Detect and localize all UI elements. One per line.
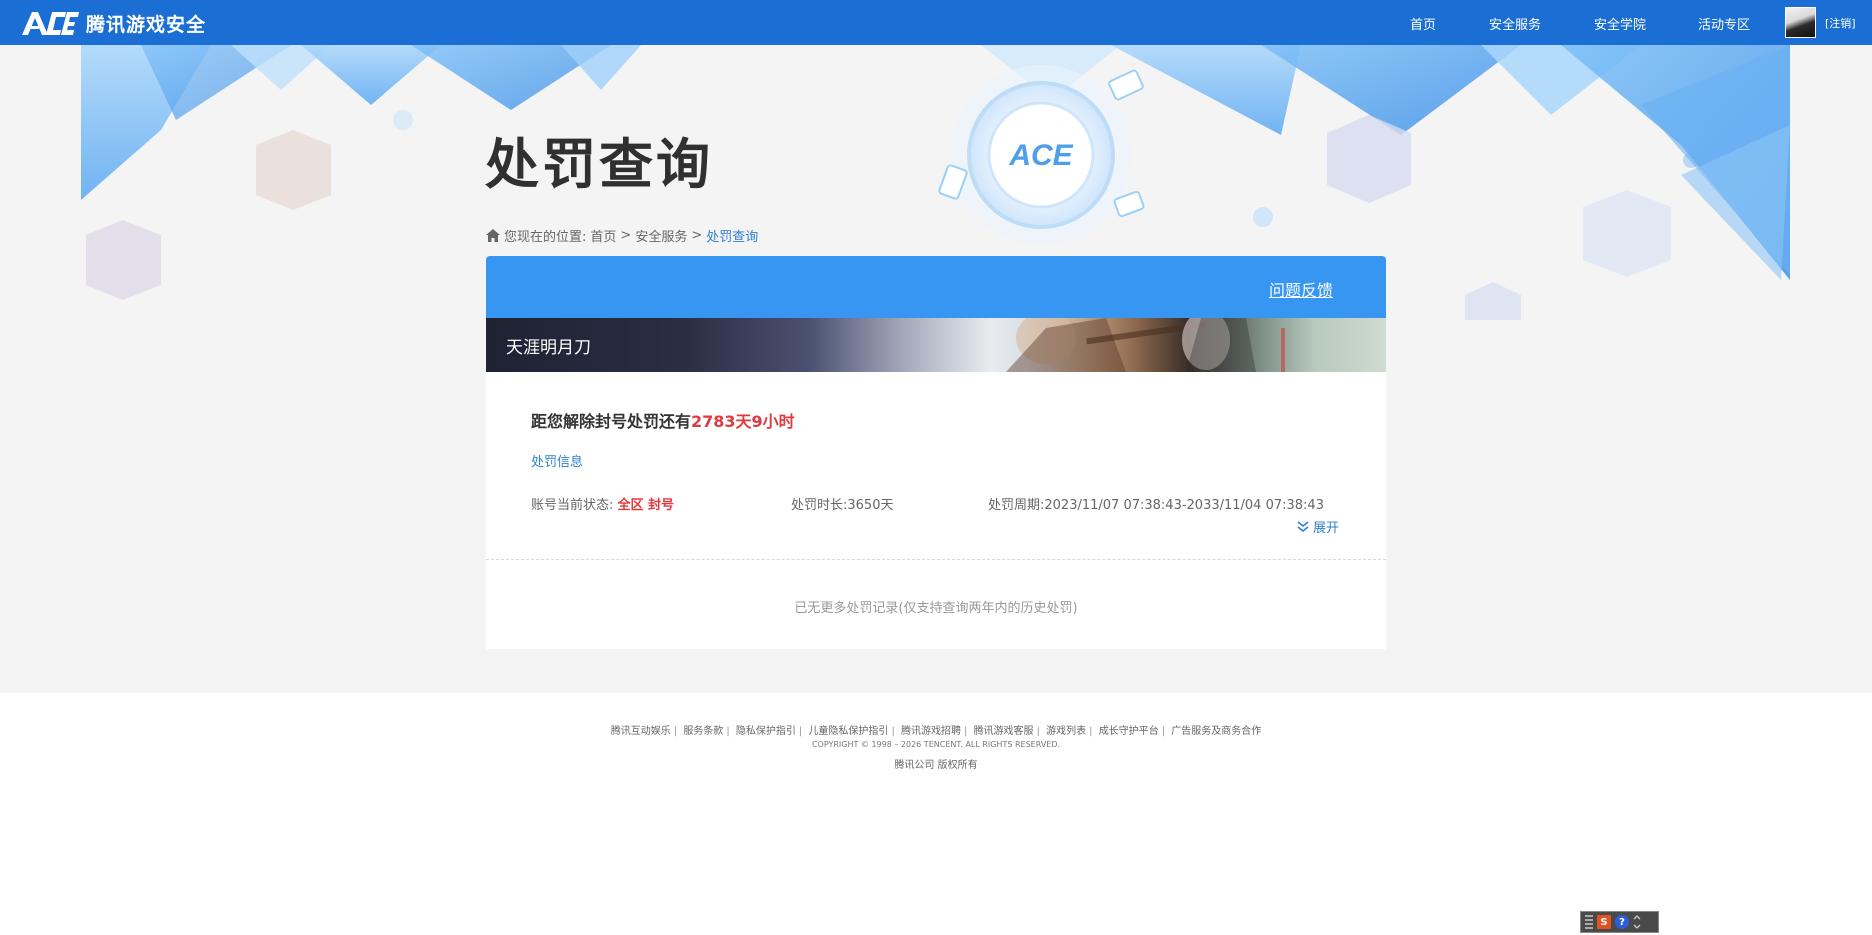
ace-logo-icon: [22, 12, 79, 35]
footer-link[interactable]: 腾讯游戏客服: [974, 726, 1034, 737]
help-icon[interactable]: ?: [1615, 915, 1629, 929]
footer-link[interactable]: 腾讯互动娱乐: [611, 726, 671, 737]
double-chevron-down-icon: [1297, 520, 1309, 532]
menu-chevron-icon[interactable]: [1633, 915, 1641, 929]
footer-link[interactable]: 成长守护平台: [1099, 726, 1159, 737]
footer: 腾讯互动娱乐 | 服务条款 | 隐私保护指引 | 儿童隐私保护指引 | 腾讯游戏招聘 | …: [0, 693, 1872, 935]
penalty-info-tab[interactable]: 处罚信息: [531, 451, 583, 470]
status-value: 全区 封号: [617, 498, 675, 513]
penalty-duration: 处罚时长:3650天: [791, 494, 893, 513]
penalty-period: 处罚周期:2023/11/07 07:38:43-2033/11/04 07:3…: [988, 494, 1324, 513]
card-header: 问题反馈: [486, 256, 1386, 318]
breadcrumb-security-services[interactable]: 安全服务: [635, 226, 687, 245]
dashed-divider: [486, 559, 1386, 560]
no-more-records: 已无更多处罚记录(仅支持查询两年内的历史处罚): [794, 601, 1078, 616]
footer-link[interactable]: 隐私保护指引: [736, 726, 796, 737]
footer-link[interactable]: 游戏列表: [1046, 726, 1086, 737]
site-logo[interactable]: 腾讯游戏安全: [20, 8, 206, 38]
footer-link[interactable]: 广告服务及商务合作: [1171, 726, 1261, 737]
nav-item-home[interactable]: 首页: [1410, 14, 1436, 33]
home-icon: [486, 229, 500, 242]
duration-label: 处罚时长:: [791, 498, 848, 513]
expand-button[interactable]: 展开: [1296, 517, 1339, 536]
footer-link[interactable]: 服务条款: [683, 726, 723, 737]
footer-links: 腾讯互动娱乐 | 服务条款 | 隐私保护指引 | 儿童隐私保护指引 | 腾讯游戏招聘 | …: [610, 726, 1262, 737]
feedback-link[interactable]: 问题反馈: [1269, 277, 1333, 301]
nav-item-events[interactable]: 活动专区: [1698, 14, 1750, 33]
breadcrumb-home[interactable]: 首页: [590, 226, 616, 245]
company-text: 腾讯公司 版权所有: [894, 760, 978, 771]
account-status: 账号当前状态: 全区 封号: [531, 494, 674, 513]
unban-countdown: 距您解除封号处罚还有2783天9小时: [531, 408, 795, 432]
logout-link[interactable]: [注销]: [1825, 15, 1856, 31]
ime-toolbar[interactable]: S ?: [1580, 911, 1659, 933]
expand-label: 展开: [1313, 521, 1340, 536]
copyright-text: COPYRIGHT © 1998 – 2026 TENCENT. ALL RIG…: [811, 740, 1061, 749]
breadcrumb: 您现在的位置: 首页 > 安全服务 > 处罚查询: [486, 226, 758, 245]
status-label: 账号当前状态:: [531, 498, 614, 513]
game-artwork: [1006, 318, 1285, 372]
drag-handle-icon[interactable]: [1585, 915, 1593, 929]
breadcrumb-prefix: 您现在的位置:: [504, 230, 587, 245]
footer-link[interactable]: 儿童隐私保护指引: [808, 726, 888, 737]
page-title: 处罚查询: [485, 133, 713, 196]
period-value: 2023/11/07 07:38:43-2033/11/04 07:38:43: [1044, 498, 1324, 513]
countdown-value: 2783天9小时: [691, 412, 795, 431]
breadcrumb-separator: >: [691, 228, 703, 243]
top-navigation-bar: 腾讯游戏安全 首页 安全服务 安全学院 活动专区 [注销]: [0, 0, 1872, 45]
svg-text:ACE: ACE: [1008, 139, 1073, 172]
countdown-prefix: 距您解除封号处罚还有: [531, 412, 692, 431]
nav-item-security-academy[interactable]: 安全学院: [1594, 14, 1646, 33]
user-avatar[interactable]: [1785, 7, 1816, 38]
breadcrumb-separator: >: [620, 228, 632, 243]
duration-value: 3650天: [847, 498, 894, 513]
game-name: 天涯明月刀: [506, 338, 591, 358]
logo-text: 腾讯游戏安全: [86, 13, 207, 36]
footer-link[interactable]: 腾讯游戏招聘: [901, 726, 961, 737]
ime-logo-icon[interactable]: S: [1597, 915, 1611, 929]
game-banner: 天涯明月刀: [486, 318, 1386, 372]
penalty-card: 问题反馈 天涯明月刀 距您解除封号处罚还有2783天9小时 处罚信息 账号当前状…: [486, 256, 1386, 649]
nav-item-security-services[interactable]: 安全服务: [1489, 14, 1541, 33]
period-label: 处罚周期:: [988, 498, 1045, 513]
breadcrumb-current: 处罚查询: [706, 230, 759, 245]
